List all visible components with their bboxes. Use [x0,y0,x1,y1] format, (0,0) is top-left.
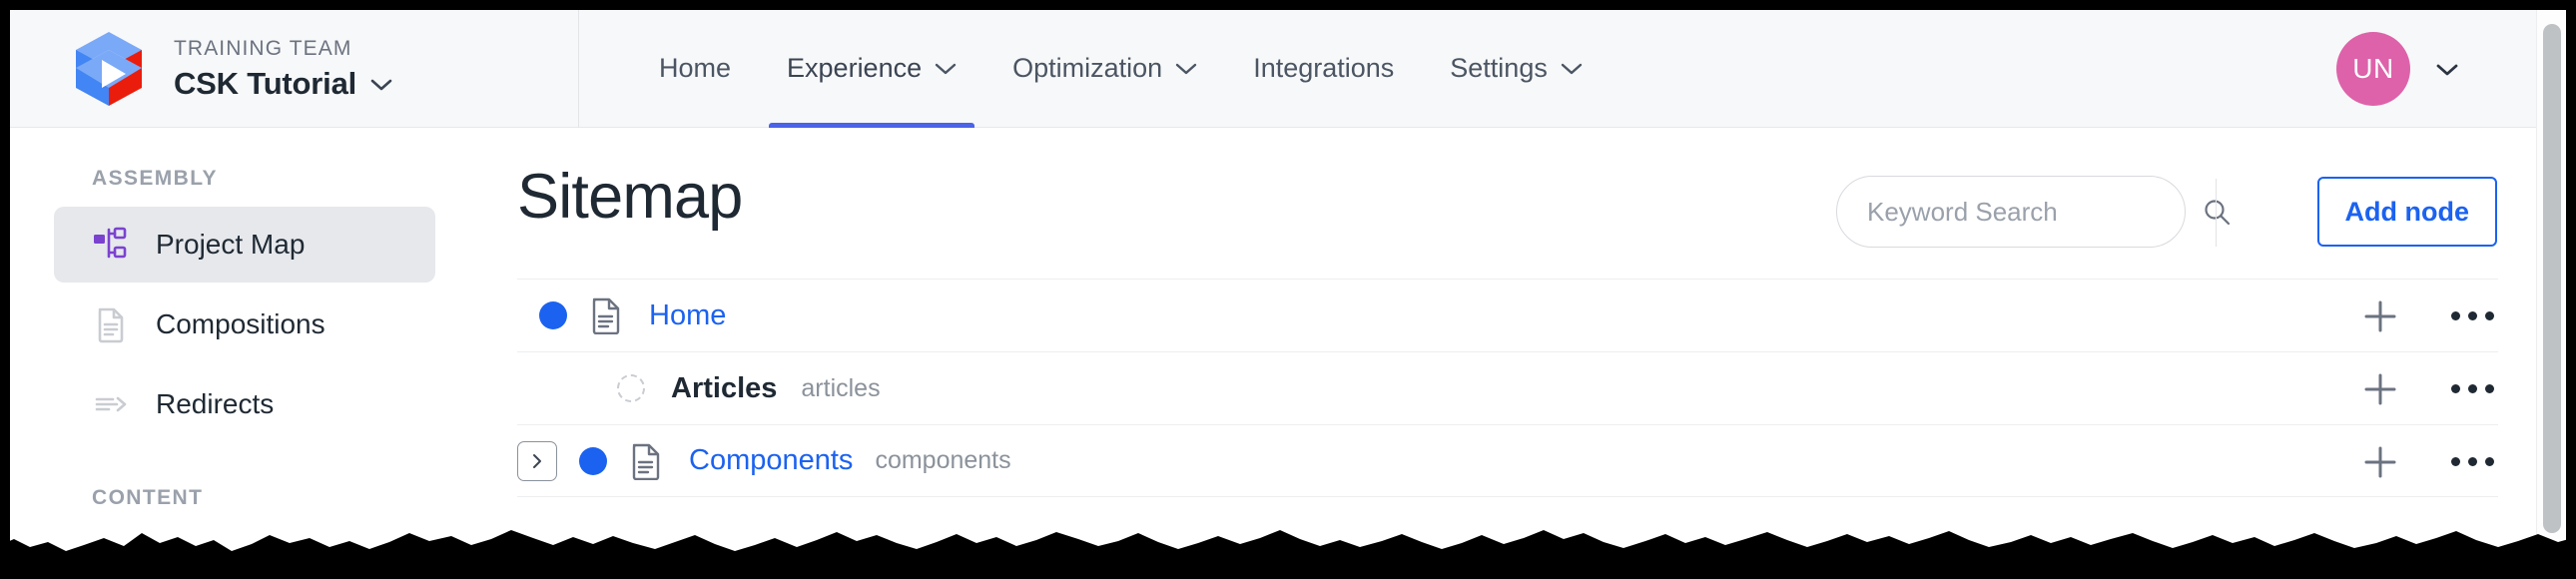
sidebar-item-project-map[interactable]: Project Map [54,207,435,283]
chevron-down-icon [1561,62,1583,75]
chevron-down-icon [1175,62,1197,75]
plus-icon[interactable] [2361,297,2399,335]
app-logo-cube-icon [72,30,146,108]
document-icon [589,296,623,334]
sitemap-tree: Home Articles articles Components compon… [517,279,2498,497]
more-horizontal-icon[interactable] [2447,449,2498,474]
add-node-button[interactable]: Add node [2316,177,2497,247]
status-dot-published [539,301,567,329]
document-icon [92,305,130,343]
more-horizontal-icon[interactable] [2447,376,2498,401]
table-row[interactable]: Home [517,279,2498,351]
row-actions [2361,425,2498,498]
redirect-arrow-icon [92,385,130,423]
chevron-down-icon[interactable] [2436,63,2458,76]
sidebar-item-compositions[interactable]: Compositions [54,287,435,362]
expand-chevron-icon[interactable] [517,440,557,481]
chevron-down-icon[interactable] [370,78,392,91]
search-icon[interactable] [2202,197,2232,227]
nav-item-label: Settings [1450,53,1548,83]
brand-title: CSK Tutorial [174,66,357,102]
chevron-down-icon [935,62,957,75]
torn-edge-mask [0,499,2576,579]
page-title: Sitemap [517,162,743,232]
sidebar-item-label: Project Map [156,229,306,260]
nav-item-optimization[interactable]: Optimization [984,10,1225,128]
row-slug: articles [801,373,881,402]
sidebar-item-redirects[interactable]: Redirects [54,366,435,442]
plus-icon[interactable] [2361,443,2399,481]
nav-item-home[interactable]: Home [631,10,759,128]
status-dot-published [579,446,607,475]
nav-item-integrations[interactable]: Integrations [1225,10,1422,128]
table-row[interactable]: Articles articles [517,351,2498,424]
main-header: Sitemap Add node [479,129,2536,279]
table-row[interactable]: Components components [517,424,2498,497]
document-icon [629,442,663,480]
row-slug: components [875,446,1011,474]
scrollbar-thumb[interactable] [2543,24,2561,533]
top-bar: TRAINING TEAM CSK Tutorial Home Experien… [10,10,2536,128]
nav-item-label: Integrations [1253,53,1395,83]
brand-kicker: TRAINING TEAM [174,36,352,60]
brand-text: TRAINING TEAM CSK Tutorial [174,35,392,102]
row-actions [2361,280,2498,352]
brand-block[interactable]: TRAINING TEAM CSK Tutorial [10,10,579,128]
more-horizontal-icon[interactable] [2447,303,2498,328]
status-dot-draft [617,374,645,402]
sidebar-item-label: Compositions [156,308,325,339]
row-title: Articles [671,371,778,404]
nav-item-label: Experience [787,53,923,83]
user-menu[interactable]: UN [2336,10,2458,128]
nav-item-settings[interactable]: Settings [1422,10,1610,128]
primary-nav: Home Experience Optimization Integration… [579,10,1610,128]
nav-item-experience[interactable]: Experience [759,10,984,128]
app-window: TRAINING TEAM CSK Tutorial Home Experien… [10,10,2566,569]
search-box[interactable] [1836,176,2231,248]
sidebar-item-label: Redirects [156,388,275,419]
header-divider [2216,179,2217,247]
row-title-link[interactable]: Home [649,299,726,332]
plus-icon[interactable] [2361,370,2399,408]
sidebar-section-assembly: ASSEMBLY [92,167,218,190]
avatar[interactable]: UN [2336,32,2410,106]
sitemap-icon [92,226,130,264]
row-actions [2361,352,2498,425]
vertical-scrollbar[interactable] [2536,10,2566,569]
row-title-link[interactable]: Components [689,444,853,477]
nav-item-label: Optimization [1012,53,1163,83]
search-input[interactable] [1867,196,2202,228]
nav-item-label: Home [659,53,732,83]
